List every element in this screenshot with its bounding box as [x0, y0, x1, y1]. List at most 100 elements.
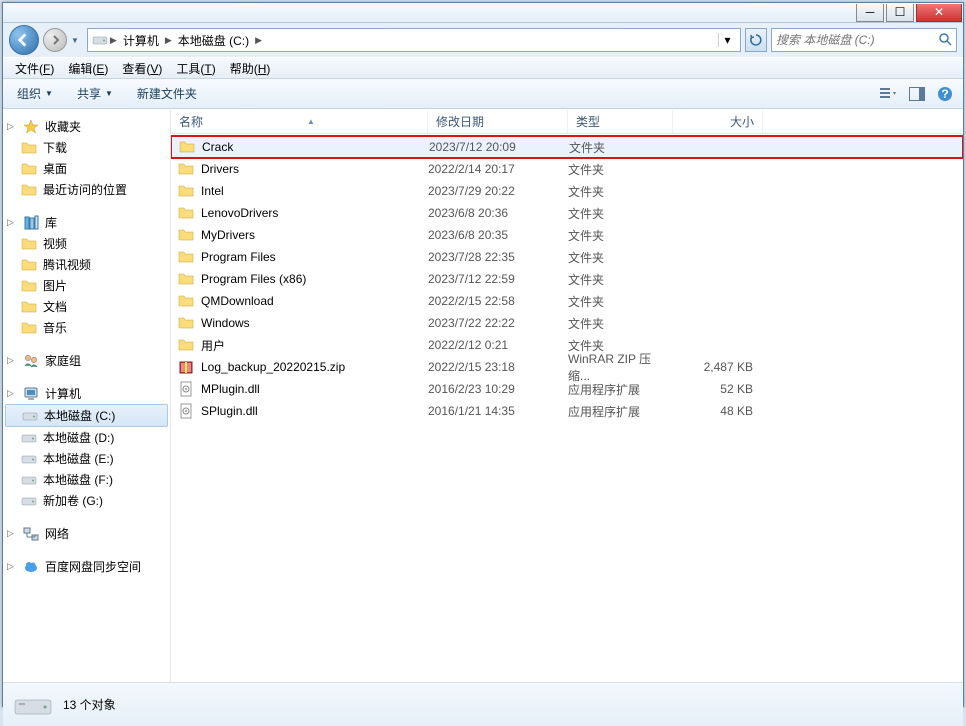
file-name: QMDownload — [201, 294, 428, 308]
nav-lib-4[interactable]: 音乐 — [3, 317, 170, 338]
folder-icon — [177, 293, 195, 309]
menu-f[interactable]: 文件(F) — [9, 58, 60, 79]
chevron-right-icon[interactable]: ▶ — [253, 35, 264, 46]
nav-drive-3[interactable]: 本地磁盘 (F:) — [3, 469, 170, 490]
file-date: 2023/7/29 20:22 — [428, 184, 568, 198]
chevron-right-icon[interactable]: ▶ — [108, 35, 119, 46]
navigation-pane[interactable]: ▷收藏夹下载桌面最近访问的位置▷库视频腾讯视频图片文档音乐▷家庭组▷计算机本地磁… — [3, 110, 171, 682]
file-name: Program Files — [201, 250, 428, 264]
column-size[interactable]: 大小 — [673, 110, 763, 133]
file-type: 文件夹 — [568, 271, 673, 288]
column-headers: 名称▲ 修改日期 类型 大小 — [171, 110, 963, 134]
forward-button[interactable] — [43, 28, 67, 52]
file-row[interactable]: Intel2023/7/29 20:22文件夹 — [171, 180, 963, 202]
nav-fav-1[interactable]: 桌面 — [3, 158, 170, 179]
folder-icon — [177, 183, 195, 199]
search-icon[interactable] — [938, 32, 952, 49]
new-folder-button[interactable]: 新建文件夹 — [131, 82, 203, 105]
titlebar[interactable]: ─ ☐ ✕ — [3, 3, 963, 23]
file-name: 用户 — [201, 337, 428, 354]
nav-bar: ▼ ▶ 计算机 ▶ 本地磁盘 (C:) ▶ ▾ — [3, 23, 963, 57]
nav-favorites[interactable]: ▷收藏夹 — [3, 116, 170, 137]
nav-dropdown-icon[interactable]: ▼ — [71, 36, 79, 45]
nav-lib-4-icon — [21, 320, 37, 336]
file-name: Program Files (x86) — [201, 272, 428, 286]
nav-lib-1[interactable]: 腾讯视频 — [3, 254, 170, 275]
column-name[interactable]: 名称▲ — [171, 110, 428, 133]
file-date: 2023/7/12 20:09 — [429, 140, 569, 154]
nav-lib-2-icon — [21, 278, 37, 294]
file-row[interactable]: MPlugin.dll2016/2/23 10:29应用程序扩展52 KB — [171, 378, 963, 400]
nav-baidu-icon — [23, 559, 39, 575]
nav-drive-0[interactable]: 本地磁盘 (C:) — [5, 404, 168, 427]
search-input[interactable] — [776, 33, 938, 47]
file-row[interactable]: Log_backup_20220215.zip2022/2/15 23:18Wi… — [171, 356, 963, 378]
file-row[interactable]: 用户2022/2/12 0:21文件夹 — [171, 334, 963, 356]
file-row[interactable]: LenovoDrivers2023/6/8 20:36文件夹 — [171, 202, 963, 224]
file-type: 文件夹 — [568, 183, 673, 200]
share-button[interactable]: 共享▼ — [71, 82, 119, 105]
nav-drive-2[interactable]: 本地磁盘 (E:) — [3, 448, 170, 469]
nav-baidu[interactable]: ▷百度网盘同步空间 — [3, 556, 170, 577]
file-list[interactable]: Crack2023/7/12 20:09文件夹Drivers2022/2/14 … — [171, 134, 963, 682]
status-text: 13 个对象 — [63, 696, 116, 713]
status-bar: 13 个对象 — [3, 682, 963, 726]
file-type: 应用程序扩展 — [568, 403, 673, 420]
nav-lib-0[interactable]: 视频 — [3, 233, 170, 254]
file-row[interactable]: Program Files2023/7/28 22:35文件夹 — [171, 246, 963, 268]
menu-e[interactable]: 编辑(E) — [62, 58, 114, 79]
file-row[interactable]: Program Files (x86)2023/7/12 22:59文件夹 — [171, 268, 963, 290]
menu-h[interactable]: 帮助(H) — [224, 58, 277, 79]
nav-libraries[interactable]: ▷库 — [3, 212, 170, 233]
file-date: 2023/6/8 20:36 — [428, 206, 568, 220]
file-row[interactable]: Crack2023/7/12 20:09文件夹 — [171, 136, 963, 158]
nav-drive-1[interactable]: 本地磁盘 (D:) — [3, 427, 170, 448]
folder-icon — [177, 249, 195, 265]
folder-icon — [177, 205, 195, 221]
menu-t[interactable]: 工具(T) — [170, 58, 221, 79]
column-type[interactable]: 类型 — [568, 110, 673, 133]
file-type: 文件夹 — [568, 315, 673, 332]
nav-lib-2[interactable]: 图片 — [3, 275, 170, 296]
file-date: 2022/2/15 23:18 — [428, 360, 568, 374]
file-row[interactable]: SPlugin.dll2016/1/21 14:35应用程序扩展48 KB — [171, 400, 963, 422]
preview-pane-button[interactable] — [907, 84, 927, 104]
menu-v[interactable]: 查看(V) — [116, 58, 168, 79]
file-row[interactable]: QMDownload2022/2/15 22:58文件夹 — [171, 290, 963, 312]
help-button[interactable]: ? — [935, 84, 955, 104]
back-button[interactable] — [9, 25, 39, 55]
nav-homegroup[interactable]: ▷家庭组 — [3, 350, 170, 371]
nav-drive-3-icon — [21, 472, 37, 488]
drive-icon — [92, 32, 108, 48]
maximize-button[interactable]: ☐ — [886, 4, 914, 22]
column-date[interactable]: 修改日期 — [428, 110, 568, 133]
minimize-button[interactable]: ─ — [856, 4, 884, 22]
nav-drive-4[interactable]: 新加卷 (G:) — [3, 490, 170, 511]
file-row[interactable]: Windows2023/7/22 22:22文件夹 — [171, 312, 963, 334]
nav-network[interactable]: ▷网络 — [3, 523, 170, 544]
file-size: 52 KB — [673, 382, 753, 396]
refresh-button[interactable] — [745, 28, 767, 52]
file-date: 2023/7/28 22:35 — [428, 250, 568, 264]
breadcrumb-computer[interactable]: 计算机 — [119, 30, 163, 51]
nav-computer[interactable]: ▷计算机 — [3, 383, 170, 404]
breadcrumb-drive-c[interactable]: 本地磁盘 (C:) — [174, 30, 253, 51]
organize-button[interactable]: 组织▼ — [11, 82, 59, 105]
nav-fav-0[interactable]: 下载 — [3, 137, 170, 158]
drive-large-icon — [13, 690, 53, 720]
file-row[interactable]: MyDrivers2023/6/8 20:35文件夹 — [171, 224, 963, 246]
file-row[interactable]: Drivers2022/2/14 20:17文件夹 — [171, 158, 963, 180]
view-options-button[interactable] — [879, 84, 899, 104]
address-dropdown-icon[interactable]: ▾ — [718, 33, 736, 47]
file-size: 2,487 KB — [673, 360, 753, 374]
chevron-right-icon[interactable]: ▶ — [163, 35, 174, 46]
nav-lib-3[interactable]: 文档 — [3, 296, 170, 317]
nav-fav-2[interactable]: 最近访问的位置 — [3, 179, 170, 200]
nav-drive-0-icon — [22, 408, 38, 424]
file-type: 文件夹 — [568, 161, 673, 178]
file-date: 2023/6/8 20:35 — [428, 228, 568, 242]
address-bar[interactable]: ▶ 计算机 ▶ 本地磁盘 (C:) ▶ ▾ — [87, 28, 741, 52]
folder-icon — [177, 227, 195, 243]
close-button[interactable]: ✕ — [916, 4, 962, 22]
search-box[interactable] — [771, 28, 957, 52]
